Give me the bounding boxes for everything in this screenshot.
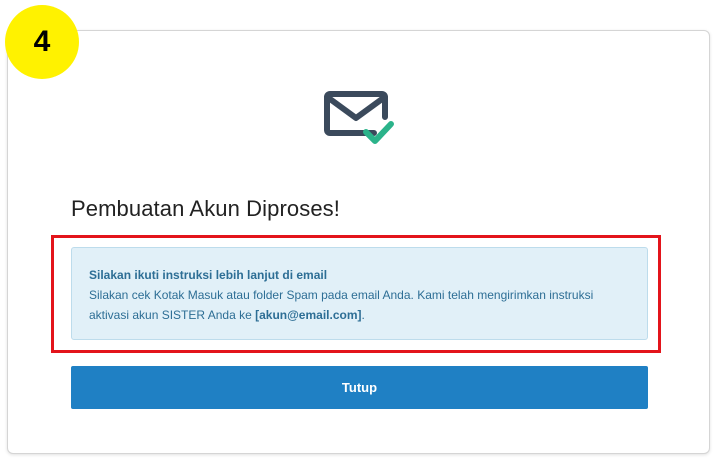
mail-check-icon [324,91,394,144]
dialog-title: Pembuatan Akun Diproses! [71,196,340,221]
alert-email: [akun@email.com] [255,308,362,322]
close-button[interactable]: Tutup [71,366,648,409]
screenshot-stage: 4 Pembuatan Akun Diproses! Silakan ikuti… [0,0,719,459]
info-alert: Silakan ikuti instruksi lebih lanjut di … [71,247,648,340]
alert-body: Silakan cek Kotak Masuk atau folder Spam… [89,288,593,322]
step-number-badge: 4 [5,5,79,79]
alert-body-end: . [361,308,365,322]
alert-heading: Silakan ikuti instruksi lebih lanjut di … [89,268,328,282]
